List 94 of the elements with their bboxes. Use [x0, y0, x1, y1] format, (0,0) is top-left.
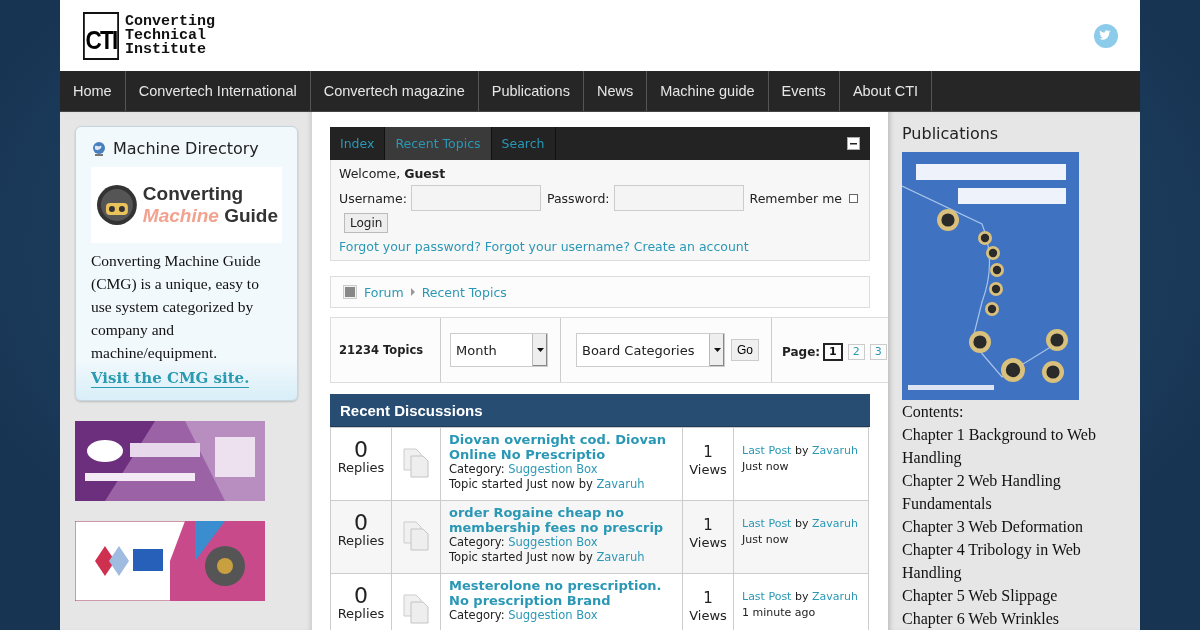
logo-mark: CTI: [83, 11, 119, 60]
logo-text: Converting: [125, 14, 215, 29]
topic-started-text: Topic started Just now: [449, 477, 575, 491]
author-link[interactable]: Zavaruh: [596, 550, 645, 564]
author-link[interactable]: Zavaruh: [811, 444, 858, 457]
nav-link[interactable]: News: [583, 71, 648, 111]
page-link[interactable]: 3: [869, 343, 887, 360]
logo-text: Institute: [125, 42, 207, 57]
field-label: Password:: [546, 190, 610, 206]
globe-icon: [91, 140, 107, 157]
by-text: by: [794, 444, 809, 457]
last-post-link[interactable]: Last Post: [742, 517, 792, 530]
caret-icon: [713, 348, 721, 352]
welcome-text: Welcome, Guest: [339, 166, 447, 181]
chapter-item[interactable]: Chapter 1 Background to Web Handling: [902, 423, 1130, 469]
reply-count: 0: [353, 440, 369, 460]
replies-label: Replies: [336, 460, 386, 475]
nav-link[interactable]: About CTI: [839, 71, 933, 111]
view-count: 1: [702, 515, 714, 535]
username-field[interactable]: [410, 185, 541, 211]
remember-checkbox[interactable]: [849, 193, 858, 203]
documents-icon: [403, 593, 429, 624]
card-title: Machine Directory: [113, 139, 259, 158]
by-text: by: [578, 477, 593, 491]
dropdown[interactable]: Board Categories: [576, 333, 725, 367]
breadcrumb-link[interactable]: Forum: [364, 284, 404, 300]
nav-link[interactable]: Events: [768, 71, 840, 111]
views-label: Views: [688, 608, 728, 623]
contents-label: Contents:: [902, 402, 965, 422]
page-link[interactable]: 1: [823, 342, 843, 361]
page-link[interactable]: 2: [847, 343, 865, 360]
author-link[interactable]: Zavaruh: [596, 477, 645, 491]
by-text: by: [578, 550, 593, 564]
nav-link[interactable]: Convertech magazine: [310, 71, 479, 111]
login-button[interactable]: Login: [344, 213, 389, 233]
chapter-item[interactable]: Chapter 5 Web Slippage: [902, 584, 1130, 607]
post-time: Just now: [742, 532, 790, 548]
author-link[interactable]: Zavaruh: [811, 590, 858, 603]
account-link[interactable]: Create an account: [633, 239, 749, 254]
caret-icon: [536, 348, 544, 352]
converting-machine-guide-logo[interactable]: Converting Machine Guide: [91, 167, 282, 243]
category-label: Category:: [449, 608, 505, 622]
replies-label: Replies: [336, 533, 386, 548]
field-label: Username:: [339, 190, 407, 206]
breadcrumb-link[interactable]: Recent Topics: [421, 284, 507, 300]
topic-title-link[interactable]: order Rogaine cheap no membership fees no prescrip: [449, 505, 674, 535]
views-label: Views: [688, 535, 728, 550]
category-link[interactable]: Suggestion Box: [508, 608, 598, 622]
topic-count: 21234 Topics: [339, 343, 424, 357]
author-link[interactable]: Zavaruh: [811, 517, 858, 530]
by-text: by: [794, 517, 809, 530]
chapter-item[interactable]: Chapter 2 Web Handling Fundamentals: [902, 469, 1130, 515]
category-link[interactable]: Suggestion Box: [508, 535, 598, 549]
account-link[interactable]: Forgot your password?: [339, 239, 481, 254]
chapter-item[interactable]: Chapter 3 Web Deformation: [902, 515, 1130, 538]
documents-icon: [403, 447, 429, 478]
last-post-link[interactable]: Last Post: [742, 444, 792, 457]
nav-link[interactable]: Home: [60, 71, 126, 111]
category-link[interactable]: Suggestion Box: [508, 462, 598, 476]
topic-title-link[interactable]: Diovan overnight cod. Diovan Online No Prescriptio: [449, 432, 674, 462]
minimize-icon[interactable]: [847, 137, 860, 150]
views-label: Views: [688, 462, 728, 477]
card-description: Converting Machine Guide (CMG) is a unique, easy to use system categorized by company and machine/equipment.: [91, 251, 262, 363]
category-label: Category:: [449, 462, 505, 476]
topic-started-text: Topic started Just now: [449, 550, 575, 564]
chapter-item[interactable]: Chapter 6 Web Wrinkles: [902, 607, 1130, 630]
post-time: 1 minute ago: [742, 605, 817, 621]
password-field[interactable]: [613, 185, 744, 211]
reply-count: 0: [353, 586, 369, 606]
nav-link[interactable]: Convertech International: [125, 71, 311, 111]
category-label: Category:: [449, 535, 505, 549]
reply-count: 0: [353, 513, 369, 533]
checkbox-label: Remember me: [749, 190, 842, 206]
view-count: 1: [702, 442, 714, 462]
go-button[interactable]: Go: [731, 339, 759, 361]
section-title: Publications: [902, 124, 1000, 143]
cmg-site-link[interactable]: Visit the CMG site.: [91, 369, 250, 388]
by-text: by: [794, 590, 809, 603]
dropdown[interactable]: Month: [450, 333, 548, 367]
view-count: 1: [702, 588, 714, 608]
nav-link[interactable]: Publications: [478, 71, 584, 111]
post-time: Just now: [742, 459, 790, 475]
topic-title-link[interactable]: Mesterolone no prescription. No prescription Brand: [449, 578, 674, 608]
documents-icon: [403, 520, 429, 551]
last-post-link[interactable]: Last Post: [742, 590, 792, 603]
account-link[interactable]: Forgot your username?: [484, 239, 630, 254]
chapter-item[interactable]: Chapter 4 Tribology in Web Handling: [902, 538, 1130, 584]
replies-label: Replies: [336, 606, 386, 621]
tab[interactable]: Recent Topics: [385, 127, 492, 160]
breadcrumb-arrow-icon: [410, 288, 415, 296]
nav-link[interactable]: Machine guide: [647, 71, 769, 111]
section-header: Recent Discussions: [330, 394, 870, 427]
page-label: Page:: [782, 344, 821, 359]
logo-text: Technical: [125, 28, 206, 43]
